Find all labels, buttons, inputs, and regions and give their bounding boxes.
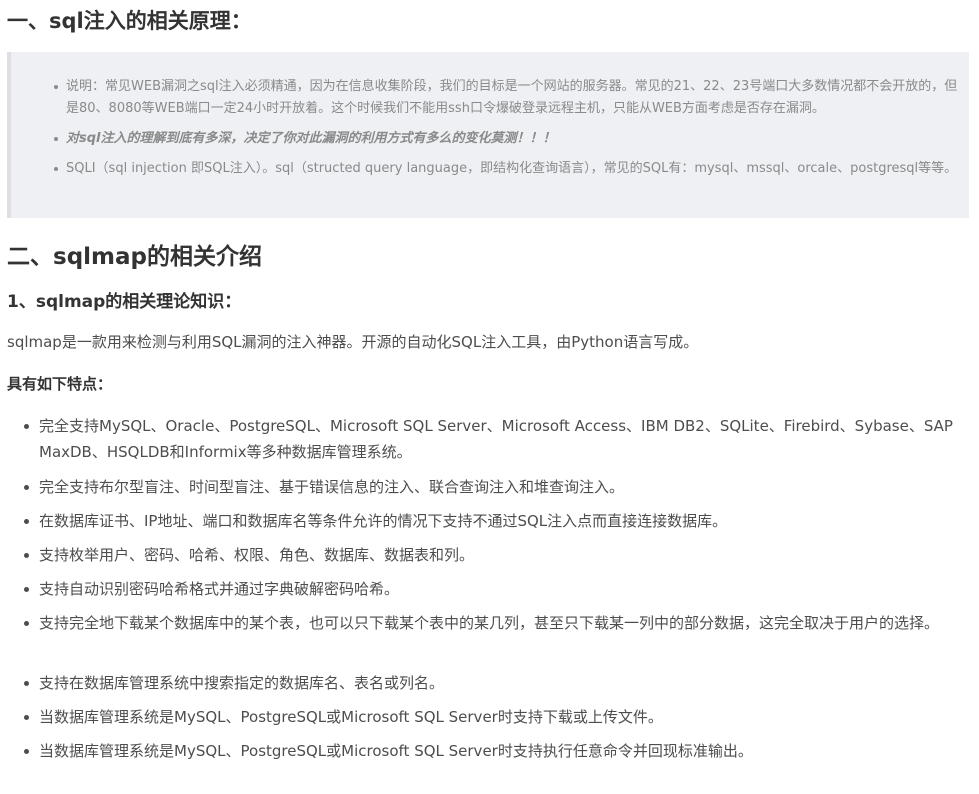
blockquote-item: SQLI（sql injection 即SQL注入）。sql（structed … [54,158,959,180]
subsection-heading-sqlmap-theory: 1、sqlmap的相关理论知识： [7,292,242,312]
feature-item: 支持在数据库管理系统中搜索指定的数据库名、表名或列名。 [24,670,969,696]
section-heading-sqlmap-intro: 二、sqlmap的相关介绍 [7,244,262,270]
blockquote-item-emphasis: 对sql注入的理解到底有多深，决定了你对此漏洞的利用方式有多么的变化莫测！！！ [54,128,959,150]
sqlmap-description: sqlmap是一款用来检测与利用SQL漏洞的注入神器。开源的自动化SQL注入工具… [7,333,699,351]
feature-item: 当数据库管理系统是MySQL、PostgreSQL或Microsoft SQL … [24,738,969,764]
feature-item: 在数据库证书、IP地址、端口和数据库名等条件允许的情况下支持不通过SQL注入点而… [24,508,969,534]
feature-item: 支持自动识别密码哈希格式并通过字典破解密码哈希。 [24,576,969,602]
blockquote-item: 说明：常见WEB漏洞之sql注入必须精通，因为在信息收集阶段，我们的目标是一个网… [54,76,959,120]
feature-item: 完全支持布尔型盲注、时间型盲注、基于错误信息的注入、联合查询注入和堆查询注入。 [24,474,969,500]
feature-item: 当数据库管理系统是MySQL、PostgreSQL或Microsoft SQL … [24,704,969,730]
blockquote: 说明：常见WEB漏洞之sql注入必须精通，因为在信息收集阶段，我们的目标是一个网… [7,52,969,218]
article-content: 一、sql注入的相关原理： 说明：常见WEB漏洞之sql注入必须精通，因为在信息… [0,0,979,794]
features-label: 具有如下特点： [7,375,113,393]
section-heading-sql-injection-principles: 一、sql注入的相关原理： [7,9,252,33]
feature-item: 支持完全地下载某个数据库中的某个表，也可以只下载某个表中的某几列，甚至只下载某一… [24,610,969,636]
feature-item: 支持枚举用户、密码、哈希、权限、角色、数据库、数据表和列。 [24,542,969,568]
feature-item: 完全支持MySQL、Oracle、PostgreSQL、Microsoft SQ… [24,413,969,465]
